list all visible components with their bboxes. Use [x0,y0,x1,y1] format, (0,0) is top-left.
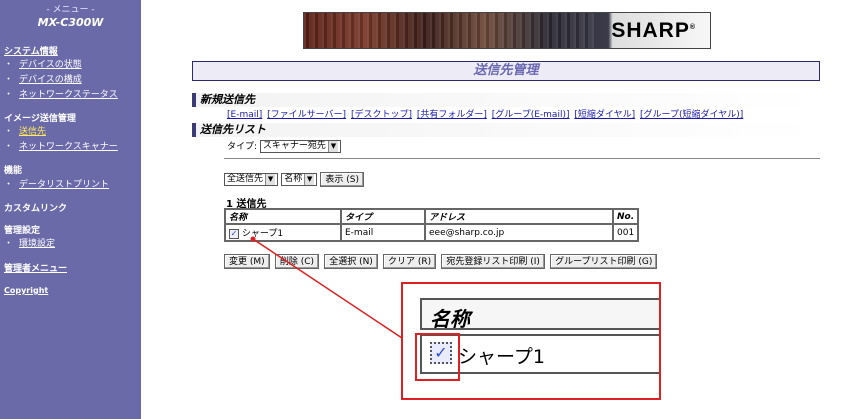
new-destination-title: 新規送信先 [200,93,255,106]
zoom-destination-name: シャープ1 [458,346,545,368]
cell-address: eee@sharp.co.jp [424,223,614,242]
bullet-icon: ・ [4,75,14,85]
sidebar-functions-heading: 機能 [4,166,23,176]
destination-list-section: 送信先リスト [192,123,820,137]
new-shared-folder-link[interactable]: [共有フォルダー] [417,110,487,120]
registered-mark: ® [689,24,696,31]
sidebar-item-network-scanner[interactable]: ネットワークスキャナー [19,142,118,152]
zoom-highlight-frame [415,333,460,381]
new-speed-dial-link[interactable]: [短縮ダイヤル] [574,110,635,120]
column-header-address[interactable]: アドレス [424,208,614,225]
sidebar-custom-links-heading: カスタムリンク [4,204,68,214]
action-row: 変更 (M) 削除 (C) 全選択 (N) クリア (R) 宛先登録リスト印刷 … [224,254,659,269]
cell-no: 001 [611,223,640,242]
page-title-bar: 送信先管理 [192,61,820,81]
sort-select[interactable]: 名称 ▼ [281,173,318,186]
edit-button[interactable]: 変更 (M) [224,254,270,269]
new-email-link[interactable]: [E-mail] [227,110,262,120]
new-file-server-link[interactable]: [ファイルサーバー] [267,110,346,120]
column-header-no[interactable]: No. [611,208,640,225]
new-destination-section: 新規送信先 [192,93,820,107]
banner-pattern [304,13,594,48]
bullet-icon: ・ [4,127,14,137]
bullet-icon: ・ [4,90,14,100]
sidebar: - メニュー - MX-C300W システム情報 ・デバイスの状態 ・デバイスの… [0,0,141,419]
select-all-button[interactable]: 全選択 (N) [324,254,378,269]
cell-type: E-mail [340,223,426,242]
zoom-header-label: 名称 [430,307,470,331]
sidebar-item-destinations[interactable]: 送信先 [19,127,46,137]
new-destination-links: [E-mail] [ファイルサーバー] [デスクトップ] [共有フォルダー] [… [227,107,745,120]
filter-select[interactable]: 全送信先 ▼ [224,173,279,186]
column-header-name[interactable]: 名称 [224,208,342,225]
chevron-down-icon: ▼ [327,141,338,152]
type-label: タイプ: [227,142,258,152]
filter-row: 全送信先 ▼ 名称 ▼ 表示 (S) [224,172,366,187]
column-header-type[interactable]: タイプ [340,208,426,225]
chevron-down-icon: ▼ [265,174,276,185]
sidebar-item-device-status[interactable]: デバイスの状態 [19,60,82,70]
type-select-value: スキャナー宛先 [262,141,326,151]
brand-name: SHARP [611,19,690,42]
divider [224,158,820,160]
sort-select-value: 名称 [284,174,303,184]
sharp-logo-banner: SHARP® [303,12,711,49]
delete-button[interactable]: 削除 (C) [274,254,320,269]
sidebar-system-info-link[interactable]: システム情報 [4,47,58,57]
new-desktop-link[interactable]: [デスクトップ] [351,110,412,120]
sidebar-copyright-link[interactable]: Copyright [4,286,48,295]
bullet-icon: ・ [4,60,14,70]
sidebar-admin-menu-link[interactable]: 管理者メニュー [4,264,67,274]
type-row: タイプ: スキャナー宛先 ▼ [227,139,341,153]
new-group-speed-dial-link[interactable]: [グループ(短縮ダイヤル)] [640,110,743,120]
zoom-callout: 名称 ✓ シャープ1 [401,282,661,400]
filter-select-value: 全送信先 [227,174,264,184]
sidebar-image-send-heading: イメージ送信管理 [4,114,76,124]
destination-name-link[interactable]: シャープ1 [242,229,283,239]
sidebar-item-environment-settings[interactable]: 環境設定 [19,239,55,249]
destination-table: 名称 タイプ アドレス No. ✓ シャープ1 E-mail eee@sharp… [224,208,640,242]
zoom-header: 名称 [420,298,659,331]
show-button[interactable]: 表示 (S) [320,172,365,187]
sidebar-item-data-list-print[interactable]: データリストプリント [19,180,109,190]
sharp-logo: SHARP® [611,19,696,43]
clear-button[interactable]: クリア (R) [383,254,437,269]
sidebar-item-device-config[interactable]: デバイスの構成 [19,75,82,85]
model-name: MX-C300W [37,16,104,29]
print-group-list-button[interactable]: グループリスト印刷 (G) [550,254,658,269]
cell-name: ✓ シャープ1 [224,223,342,242]
table-header-row: 名称 タイプ アドレス No. [224,208,640,225]
type-select[interactable]: スキャナー宛先 ▼ [259,140,341,153]
print-address-list-button[interactable]: 宛先登録リスト印刷 (I) [441,254,545,269]
menu-label: - メニュー - [46,5,95,15]
sidebar-admin-settings-heading: 管理設定 [4,226,41,236]
chevron-down-icon: ▼ [304,174,315,185]
sidebar-item-network-status[interactable]: ネットワークステータス [19,90,118,100]
new-group-email-link[interactable]: [グループ(E-mail)] [492,110,570,120]
bullet-icon: ・ [4,180,14,190]
bullet-icon: ・ [4,142,14,152]
table-row[interactable]: ✓ シャープ1 E-mail eee@sharp.co.jp 001 [224,223,640,242]
destination-list-title: 送信先リスト [200,123,266,136]
row-checkbox[interactable]: ✓ [229,228,239,239]
bullet-icon: ・ [4,239,14,249]
page-title: 送信先管理 [473,63,539,78]
